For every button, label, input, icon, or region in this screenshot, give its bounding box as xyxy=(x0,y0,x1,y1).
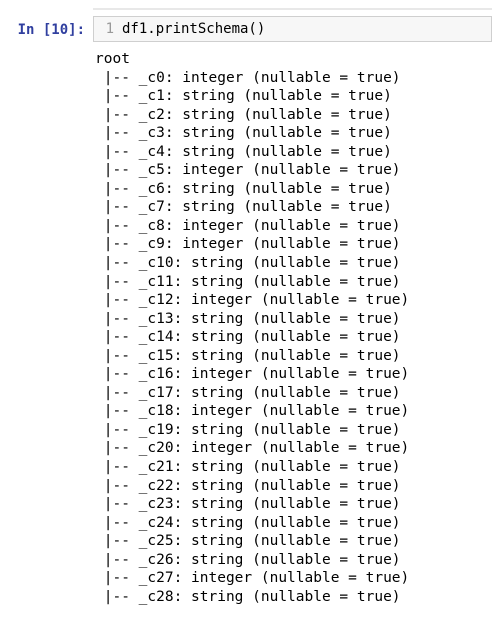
line-number: 1 xyxy=(106,21,114,37)
code-text[interactable]: df1.printSchema() xyxy=(122,21,491,37)
code-cell[interactable]: In [10]: 1 df1.printSchema() xyxy=(8,16,492,42)
line-number-gutter: 1 xyxy=(94,21,122,37)
cell-divider xyxy=(93,8,492,10)
output-cell: root |-- _c0: integer (nullable = true) … xyxy=(8,50,492,606)
output-area: root |-- _c0: integer (nullable = true) … xyxy=(93,50,492,606)
prompt-label: In [10]: xyxy=(18,22,85,38)
input-prompt: In [10]: xyxy=(8,16,93,38)
schema-lines: |-- _c0: integer (nullable = true) |-- _… xyxy=(95,70,409,605)
schema-root: root xyxy=(95,51,130,67)
code-input-area[interactable]: 1 df1.printSchema() xyxy=(93,16,492,42)
